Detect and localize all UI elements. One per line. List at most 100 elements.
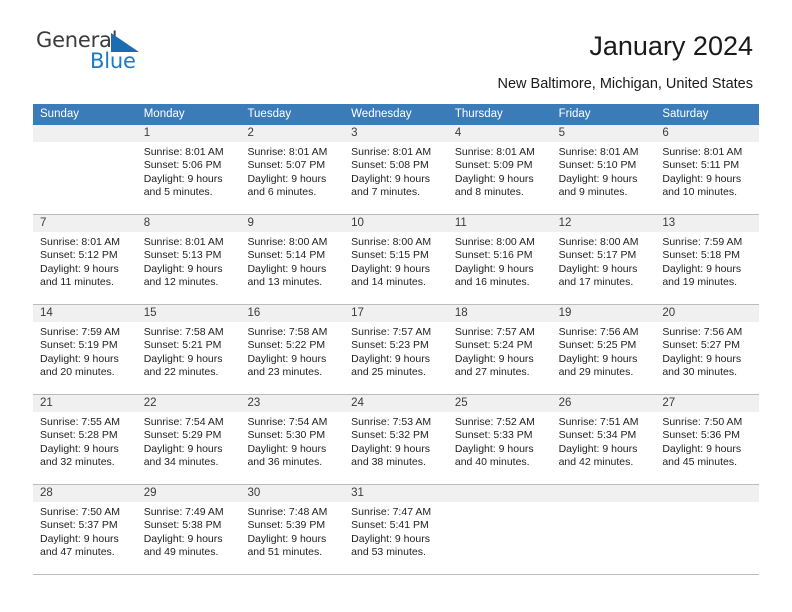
calendar-day-cell[interactable]: 18 Sunrise: 7:57 AM Sunset: 5:24 PM Dayligh…: [447, 305, 552, 394]
calendar-empty-cell: [447, 485, 552, 574]
calendar-weeks: 1 Sunrise: 8:01 AM Sunset: 5:06 PM Daylight…: [33, 125, 760, 575]
general-blue-logo[interactable]: General Blue: [36, 28, 186, 82]
sunset-text: Sunset: 5:32 PM: [351, 429, 429, 442]
daylight-text-line2: and 34 minutes.: [143, 456, 219, 469]
daylight-text-line2: and 51 minutes.: [247, 546, 323, 559]
calendar-day-cell[interactable]: 13 Sunrise: 7:59 AM Sunset: 5:18 PM Dayligh…: [655, 215, 760, 304]
day-number: 20: [655, 305, 760, 322]
calendar-day-cell[interactable]: 7 Sunrise: 8:01 AM Sunset: 5:12 PM Daylight…: [33, 215, 137, 304]
day-detail-lines: Sunrise: 8:00 AM Sunset: 5:15 PM Daylight:…: [344, 232, 448, 290]
daylight-text-line1: Daylight: 9 hours: [454, 262, 534, 275]
calendar-day-cell[interactable]: 16 Sunrise: 7:58 AM Sunset: 5:22 PM Dayligh…: [240, 305, 345, 394]
daylight-text-line2: and 53 minutes.: [351, 546, 426, 559]
day-number: [655, 485, 760, 502]
calendar-day-cell[interactable]: 23 Sunrise: 7:54 AM Sunset: 5:30 PM Dayligh…: [240, 395, 345, 484]
sunset-text: Sunset: 5:28 PM: [40, 429, 118, 442]
daylight-text-line1: Daylight: 9 hours: [143, 442, 223, 455]
sunrise-text: Sunrise: 8:01 AM: [454, 146, 535, 158]
daylight-text-line1: Daylight: 9 hours: [558, 262, 638, 275]
sunrise-text: Sunrise: 7:57 AM: [454, 326, 535, 338]
calendar-day-cell[interactable]: 3 Sunrise: 8:01 AM Sunset: 5:08 PM Daylight…: [344, 125, 448, 214]
sunset-text: Sunset: 5:19 PM: [40, 339, 118, 352]
daylight-text-line1: Daylight: 9 hours: [143, 262, 223, 275]
day-number: 1: [136, 125, 241, 142]
page-header: General Blue January 2024 New Baltimore,…: [0, 0, 792, 104]
daylight-text-line2: and 32 minutes.: [40, 456, 115, 469]
calendar-empty-cell: [551, 485, 656, 574]
day-detail-lines: [33, 142, 137, 146]
sunrise-text: Sunrise: 7:54 AM: [143, 416, 224, 428]
sunrise-text: Sunrise: 7:50 AM: [40, 506, 120, 518]
day-detail-lines: Sunrise: 7:59 AM Sunset: 5:18 PM Daylight:…: [655, 232, 759, 290]
calendar-day-cell[interactable]: 26 Sunrise: 7:51 AM Sunset: 5:34 PM Dayligh…: [551, 395, 656, 484]
sunrise-text: Sunrise: 7:58 AM: [143, 326, 224, 338]
daylight-text-line2: and 5 minutes.: [143, 186, 213, 199]
daylight-text-line1: Daylight: 9 hours: [662, 352, 742, 365]
sunset-text: Sunset: 5:27 PM: [662, 339, 740, 352]
sunset-text: Sunset: 5:38 PM: [143, 519, 222, 532]
sunset-text: Sunset: 5:37 PM: [40, 519, 118, 532]
day-detail-lines: Sunrise: 7:56 AM Sunset: 5:27 PM Daylight:…: [655, 322, 759, 380]
daylight-text-line2: and 25 minutes.: [351, 366, 426, 379]
calendar-day-cell[interactable]: 12 Sunrise: 8:00 AM Sunset: 5:17 PM Dayligh…: [551, 215, 656, 304]
calendar-day-cell[interactable]: 21 Sunrise: 7:55 AM Sunset: 5:28 PM Dayligh…: [33, 395, 137, 484]
day-detail-lines: Sunrise: 7:52 AM Sunset: 5:33 PM Daylight:…: [448, 412, 552, 470]
weekday-header-wednesday: Wednesday: [351, 108, 412, 120]
daylight-text-line2: and 40 minutes.: [454, 456, 530, 469]
sunrise-text: Sunrise: 7:49 AM: [143, 506, 224, 518]
daylight-text-line1: Daylight: 9 hours: [662, 442, 742, 455]
calendar-day-cell[interactable]: 20 Sunrise: 7:56 AM Sunset: 5:27 PM Dayligh…: [655, 305, 760, 394]
daylight-text-line2: and 19 minutes.: [662, 276, 738, 289]
daylight-text-line2: and 47 minutes.: [40, 546, 115, 559]
calendar-day-cell[interactable]: 10 Sunrise: 8:00 AM Sunset: 5:15 PM Dayligh…: [344, 215, 448, 304]
day-detail-lines: Sunrise: 7:48 AM Sunset: 5:39 PM Daylight:…: [240, 502, 344, 560]
calendar-day-cell[interactable]: 8 Sunrise: 8:01 AM Sunset: 5:13 PM Daylight…: [136, 215, 241, 304]
calendar-week-row: 21 Sunrise: 7:55 AM Sunset: 5:28 PM Dayligh…: [33, 395, 760, 485]
sunrise-text: Sunrise: 8:01 AM: [247, 146, 328, 158]
day-number: 24: [344, 395, 448, 412]
calendar-day-cell[interactable]: 17 Sunrise: 7:57 AM Sunset: 5:23 PM Dayligh…: [344, 305, 448, 394]
sunset-text: Sunset: 5:39 PM: [247, 519, 326, 532]
calendar-day-cell[interactable]: 30 Sunrise: 7:48 AM Sunset: 5:39 PM Dayligh…: [240, 485, 345, 574]
sunset-text: Sunset: 5:14 PM: [247, 249, 326, 262]
day-number: 6: [655, 125, 760, 142]
day-detail-lines: Sunrise: 7:50 AM Sunset: 5:36 PM Daylight:…: [655, 412, 759, 470]
calendar-day-cell[interactable]: 9 Sunrise: 8:00 AM Sunset: 5:14 PM Daylight…: [240, 215, 345, 304]
calendar-day-cell[interactable]: 25 Sunrise: 7:52 AM Sunset: 5:33 PM Dayligh…: [447, 395, 552, 484]
sunrise-text: Sunrise: 7:58 AM: [247, 326, 328, 338]
sunrise-text: Sunrise: 7:56 AM: [662, 326, 743, 338]
day-number: 21: [33, 395, 137, 412]
day-detail-lines: Sunrise: 8:00 AM Sunset: 5:17 PM Daylight:…: [552, 232, 656, 290]
day-number: 3: [344, 125, 448, 142]
day-number: 28: [33, 485, 137, 502]
calendar-day-cell[interactable]: 27 Sunrise: 7:50 AM Sunset: 5:36 PM Dayligh…: [655, 395, 760, 484]
calendar-day-cell[interactable]: 24 Sunrise: 7:53 AM Sunset: 5:32 PM Dayligh…: [344, 395, 448, 484]
calendar-day-cell[interactable]: 31 Sunrise: 7:47 AM Sunset: 5:41 PM Dayligh…: [344, 485, 448, 574]
daylight-text-line2: and 22 minutes.: [143, 366, 219, 379]
daylight-text-line1: Daylight: 9 hours: [247, 172, 327, 185]
page-title: January 2024: [589, 31, 753, 61]
calendar-day-cell[interactable]: 4 Sunrise: 8:01 AM Sunset: 5:09 PM Daylight…: [447, 125, 552, 214]
calendar-day-cell[interactable]: 1 Sunrise: 8:01 AM Sunset: 5:06 PM Daylight…: [136, 125, 241, 214]
sunrise-text: Sunrise: 8:01 AM: [662, 146, 743, 158]
day-number: [447, 485, 552, 502]
daylight-text-line1: Daylight: 9 hours: [40, 442, 119, 455]
day-detail-lines: [448, 502, 552, 506]
calendar-day-cell[interactable]: 5 Sunrise: 8:01 AM Sunset: 5:10 PM Daylight…: [551, 125, 656, 214]
sunset-text: Sunset: 5:41 PM: [351, 519, 429, 532]
calendar-day-cell[interactable]: 15 Sunrise: 7:58 AM Sunset: 5:21 PM Dayligh…: [136, 305, 241, 394]
sunset-text: Sunset: 5:11 PM: [662, 159, 740, 172]
day-detail-lines: Sunrise: 7:56 AM Sunset: 5:25 PM Daylight:…: [552, 322, 656, 380]
calendar-day-cell[interactable]: 29 Sunrise: 7:49 AM Sunset: 5:38 PM Dayligh…: [136, 485, 241, 574]
day-number: 15: [136, 305, 241, 322]
calendar-day-cell[interactable]: 2 Sunrise: 8:01 AM Sunset: 5:07 PM Daylight…: [240, 125, 345, 214]
sunrise-text: Sunrise: 7:53 AM: [351, 416, 432, 428]
calendar-day-cell[interactable]: 28 Sunrise: 7:50 AM Sunset: 5:37 PM Dayligh…: [33, 485, 137, 574]
calendar-day-cell[interactable]: 6 Sunrise: 8:01 AM Sunset: 5:11 PM Daylight…: [655, 125, 760, 214]
calendar-day-cell[interactable]: 11 Sunrise: 8:00 AM Sunset: 5:16 PM Dayligh…: [447, 215, 552, 304]
calendar-day-cell[interactable]: 22 Sunrise: 7:54 AM Sunset: 5:29 PM Dayligh…: [136, 395, 241, 484]
calendar-day-cell[interactable]: 19 Sunrise: 7:56 AM Sunset: 5:25 PM Dayligh…: [551, 305, 656, 394]
day-detail-lines: Sunrise: 8:01 AM Sunset: 5:09 PM Daylight:…: [448, 142, 552, 200]
day-number: 13: [655, 215, 760, 232]
calendar-day-cell[interactable]: 14 Sunrise: 7:59 AM Sunset: 5:19 PM Dayligh…: [33, 305, 137, 394]
